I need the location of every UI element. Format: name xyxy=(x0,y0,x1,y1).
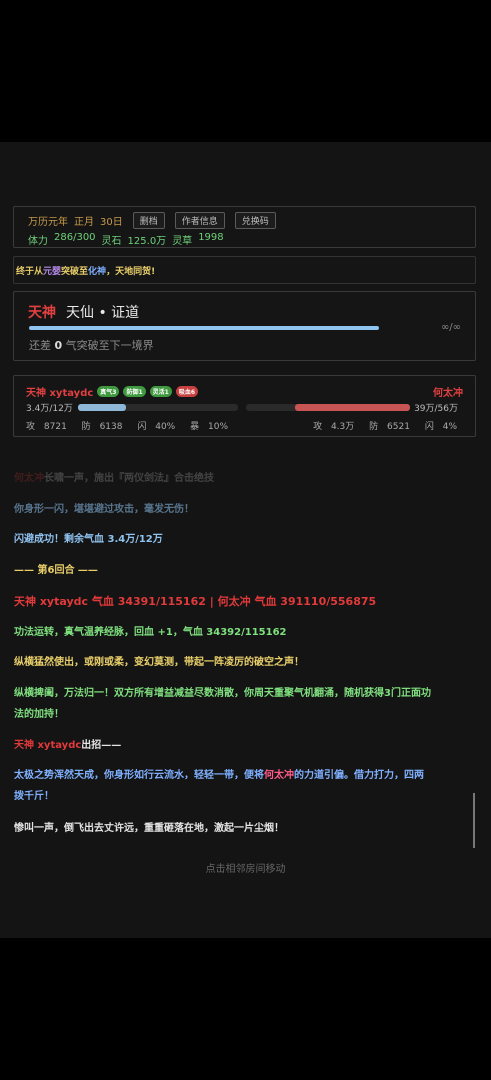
battle-panel: 天神 xytaydc 真气3 防御1 灵活1 吸血6 何太冲 3.4万/12万 … xyxy=(13,375,476,437)
enemy-hp-fill xyxy=(295,403,410,411)
log-text: 拨千斤！ xyxy=(14,791,54,802)
buff-tag: 吸血6 xyxy=(175,385,199,397)
player-crit: 10% xyxy=(208,422,229,432)
log-line: 纵横猛然使出，或刚或柔，变幻莫测，带起一阵凌厉的破空之声！ xyxy=(14,657,304,668)
enemy-def: 6521 xyxy=(387,422,410,432)
move-hint[interactable]: 点击相邻房间移动 xyxy=(0,860,491,875)
realm-remaining: 还差 0 气突破至下一境界 xyxy=(29,337,154,353)
log-enemy-name: 何太冲 xyxy=(14,473,44,484)
log-enemy-name: 何太冲 xyxy=(217,595,251,608)
player-hp-text: 3.4万/12万 xyxy=(26,403,73,414)
announce-realm-from: 元婴 xyxy=(43,266,62,277)
log-enemy-name: 何太冲 xyxy=(264,770,294,781)
log-separator: | xyxy=(209,595,214,608)
announce-text-3: ，天地同贺! xyxy=(106,266,156,277)
log-enemy-hp: 气血 391110/556875 xyxy=(254,595,377,608)
enemy-dodge-label: 闪 xyxy=(424,422,434,432)
log-line: 闪避成功！剩余气血 3.4万/12万 xyxy=(14,534,163,545)
log-player-name: 天神 xytaydc xyxy=(14,595,89,608)
player-hp-bar xyxy=(78,403,238,411)
stone-value: 125.0万 xyxy=(127,236,167,247)
realm-progress-bar xyxy=(29,326,379,330)
stamina-label: 体力 xyxy=(28,236,48,247)
date-month: 正月 xyxy=(74,216,94,228)
realm-remaining-num: 0 xyxy=(54,339,63,352)
buff-tag: 灵活1 xyxy=(149,385,172,397)
date-day: 30日 xyxy=(100,216,123,228)
log-player-name: 天神 xytaydc xyxy=(14,740,82,751)
feedback-button[interactable]: 删档 xyxy=(132,211,165,229)
herb-label: 灵草 xyxy=(172,236,193,247)
announce-text-1: 终于从 xyxy=(16,266,44,277)
herb-value: 1998 xyxy=(198,232,224,243)
player-dodge: 40% xyxy=(155,422,176,432)
log-line: 太极之势浑然天成，你身形如行云流水，轻轻一带，便将何太冲的力道引偏。借力打力，四… xyxy=(14,765,476,807)
player-def: 6138 xyxy=(99,422,123,432)
realm-progress-value: ∞/∞ xyxy=(440,322,461,333)
stamina-value: 286/300 xyxy=(54,232,96,243)
enemy-name: 何太冲 xyxy=(433,387,463,399)
player-hp-fill xyxy=(78,403,126,411)
redeem-code-button[interactable]: 兑换码 xyxy=(234,211,276,229)
round-divider: —— 第6回合 —— xyxy=(14,565,98,576)
player-crit-label: 暴 xyxy=(190,422,200,432)
realm-god-title: 天神 xyxy=(28,305,56,321)
buff-tag: 防御1 xyxy=(123,385,146,397)
log-text: 的力道引偏。借力打力，四两 xyxy=(294,770,424,781)
log-hp-line: 天神 xytaydc 气血 34391/115162 | 何太冲 气血 3911… xyxy=(14,591,476,612)
enemy-dodge: 4% xyxy=(442,422,457,432)
enemy-def-label: 防 xyxy=(369,422,379,432)
player-dodge-label: 闪 xyxy=(137,422,147,432)
date-era: 万历元年 xyxy=(28,216,68,228)
player-def-label: 防 xyxy=(81,422,91,432)
log-line: 功法运转，真气温养经脉，回血 +1，气血 34392/115162 xyxy=(14,627,287,638)
realm-panel: 天神 天仙 • 证道 ∞/∞ 还差 0 气突破至下一境界 xyxy=(13,291,476,361)
status-panel: 万历元年 正月 30日 删档 作者信息 兑换码 体力 286/300 灵石 12… xyxy=(13,206,476,248)
buff-tag: 真气3 xyxy=(97,385,120,397)
log-text: 出招—— xyxy=(81,740,122,751)
author-info-button[interactable]: 作者信息 xyxy=(174,211,225,229)
enemy-atk-label: 攻 xyxy=(313,422,323,432)
stone-label: 灵石 xyxy=(101,236,122,247)
log-line: 天神 xytaydc出招—— xyxy=(14,735,476,756)
log-line: 惨叫一声，倒飞出去丈许远，重重砸落在地，激起一片尘烟！ xyxy=(14,823,284,834)
realm-remaining-pre: 还差 xyxy=(29,339,51,352)
announce-text-2: 突破至 xyxy=(61,266,89,277)
log-text: 纵横捭阖，万法归一！双方所有增益减益尽数消散，你周天重聚气机翻涌，随机获得3门正… xyxy=(14,688,431,699)
player-atk-label: 攻 xyxy=(26,422,36,432)
log-text: 长啸一声，施出『两仪剑法』合击绝技 xyxy=(44,473,214,484)
announcement-banner: 终于从 元婴 突破至 化神 ，天地同贺! xyxy=(13,256,476,284)
log-line: 纵横捭阖，万法归一！双方所有增益减益尽数消散，你周天重聚气机翻涌，随机获得3门正… xyxy=(14,683,476,725)
player-atk: 8721 xyxy=(43,422,67,432)
log-line: 你身形一闪，堪堪避过攻击，毫发无伤！ xyxy=(14,504,194,515)
announce-realm-to: 化神 xyxy=(88,266,107,277)
player-name: 天神 xytaydc xyxy=(26,387,94,399)
enemy-hp-text: 39万/56万 xyxy=(414,403,458,414)
log-text: 法的加持！ xyxy=(14,709,64,720)
enemy-atk: 4.3万 xyxy=(330,422,355,432)
log-text: 太极之势浑然天成，你身形如行云流水，轻轻一带，便将 xyxy=(14,770,264,781)
enemy-hp-bar xyxy=(246,403,410,411)
log-line: 何太冲长啸一声，施出『两仪剑法』合击绝技 xyxy=(14,468,476,489)
realm-level: 天仙 • 证道 xyxy=(66,305,140,321)
log-scrollbar[interactable] xyxy=(473,793,475,848)
realm-remaining-post: 气突破至下一境界 xyxy=(65,339,154,352)
log-player-hp: 气血 34391/115162 xyxy=(91,595,206,608)
